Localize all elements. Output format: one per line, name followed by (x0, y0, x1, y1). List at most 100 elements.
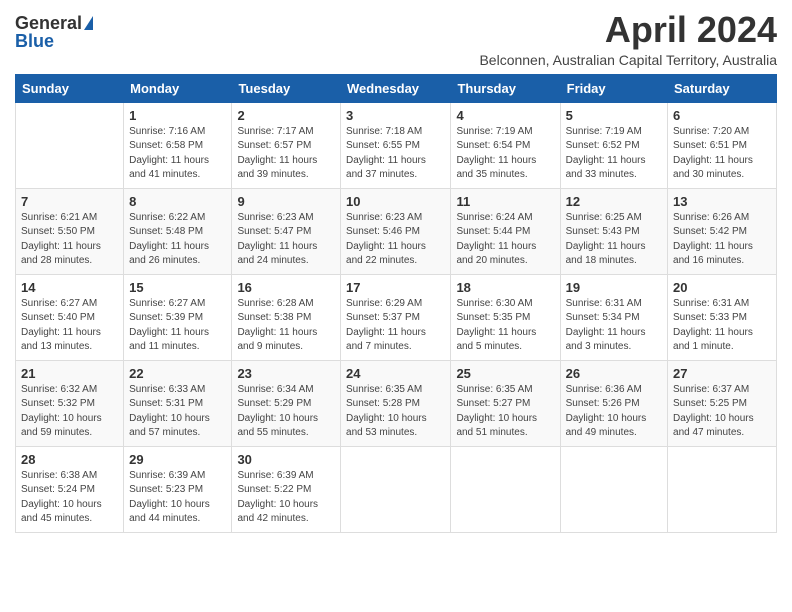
calendar-cell: 23 Sunrise: 6:34 AM Sunset: 5:29 PM Dayli… (232, 360, 341, 446)
day-info: Sunrise: 6:39 AM Sunset: 5:23 PM Dayligh… (129, 469, 226, 527)
calendar-cell: 26 Sunrise: 6:36 AM Sunset: 5:26 PM Dayli… (560, 360, 667, 446)
day-number: 2 (237, 108, 335, 123)
day-number: 24 (346, 366, 445, 381)
logo-general-text: General (15, 14, 82, 32)
calendar-cell: 29 Sunrise: 6:39 AM Sunset: 5:23 PM Dayli… (124, 446, 232, 532)
calendar-cell: 14 Sunrise: 6:27 AM Sunset: 5:40 PM Dayli… (16, 274, 124, 360)
calendar-cell: 18Sunrise: 6:30 AM Sunset: 5:35 PM Dayli… (451, 274, 560, 360)
day-number: 1 (129, 108, 226, 123)
calendar-cell: 4 Sunrise: 7:19 AM Sunset: 6:54 PM Daylig… (451, 102, 560, 188)
calendar-cell: 27 Sunrise: 6:37 AM Sunset: 5:25 PM Dayli… (668, 360, 777, 446)
week-row-4: 21 Sunrise: 6:32 AM Sunset: 5:32 PM Dayli… (16, 360, 777, 446)
day-number: 5 (566, 108, 662, 123)
calendar-cell (341, 446, 451, 532)
week-row-5: 28 Sunrise: 6:38 AM Sunset: 5:24 PM Dayli… (16, 446, 777, 532)
day-number: 4 (456, 108, 554, 123)
day-number: 26 (566, 366, 662, 381)
day-number: 12 (566, 194, 662, 209)
day-number: 14 (21, 280, 118, 295)
day-number: 15 (129, 280, 226, 295)
day-info: Sunrise: 6:26 AM Sunset: 5:42 PM Dayligh… (673, 211, 771, 269)
calendar-cell: 9Sunrise: 6:23 AM Sunset: 5:47 PM Daylig… (232, 188, 341, 274)
day-info: Sunrise: 6:37 AM Sunset: 5:25 PM Dayligh… (673, 383, 771, 441)
day-number: 23 (237, 366, 335, 381)
day-number: 8 (129, 194, 226, 209)
weekday-header-saturday: Saturday (668, 74, 777, 102)
day-number: 29 (129, 452, 226, 467)
calendar-table: SundayMondayTuesdayWednesdayThursdayFrid… (15, 74, 777, 533)
day-number: 28 (21, 452, 118, 467)
day-info: Sunrise: 6:38 AM Sunset: 5:24 PM Dayligh… (21, 469, 118, 527)
day-info: Sunrise: 6:27 AM Sunset: 5:40 PM Dayligh… (21, 297, 118, 355)
calendar-cell: 21 Sunrise: 6:32 AM Sunset: 5:32 PM Dayli… (16, 360, 124, 446)
calendar-cell: 30 Sunrise: 6:39 AM Sunset: 5:22 PM Dayli… (232, 446, 341, 532)
calendar-cell: 11 Sunrise: 6:24 AM Sunset: 5:44 PM Dayli… (451, 188, 560, 274)
day-number: 22 (129, 366, 226, 381)
calendar-cell: 12Sunrise: 6:25 AM Sunset: 5:43 PM Dayli… (560, 188, 667, 274)
calendar-cell: 7Sunrise: 6:21 AM Sunset: 5:50 PM Daylig… (16, 188, 124, 274)
day-info: Sunrise: 7:20 AM Sunset: 6:51 PM Dayligh… (673, 125, 771, 183)
weekday-header-monday: Monday (124, 74, 232, 102)
weekday-header-sunday: Sunday (16, 74, 124, 102)
day-info: Sunrise: 6:33 AM Sunset: 5:31 PM Dayligh… (129, 383, 226, 441)
day-info: Sunrise: 7:18 AM Sunset: 6:55 PM Dayligh… (346, 125, 445, 183)
day-number: 30 (237, 452, 335, 467)
day-info: Sunrise: 6:31 AM Sunset: 5:33 PM Dayligh… (673, 297, 771, 355)
calendar-cell: 28 Sunrise: 6:38 AM Sunset: 5:24 PM Dayli… (16, 446, 124, 532)
day-number: 27 (673, 366, 771, 381)
calendar-cell: 2 Sunrise: 7:17 AM Sunset: 6:57 PM Daylig… (232, 102, 341, 188)
calendar-cell: 16 Sunrise: 6:28 AM Sunset: 5:38 PM Dayli… (232, 274, 341, 360)
day-info: Sunrise: 6:32 AM Sunset: 5:32 PM Dayligh… (21, 383, 118, 441)
day-info: Sunrise: 6:23 AM Sunset: 5:46 PM Dayligh… (346, 211, 445, 269)
day-info: Sunrise: 6:34 AM Sunset: 5:29 PM Dayligh… (237, 383, 335, 441)
logo: General Blue (15, 14, 93, 50)
calendar-cell: 10 Sunrise: 6:23 AM Sunset: 5:46 PM Dayli… (341, 188, 451, 274)
title-section: April 2024 Belconnen, Australian Capital… (479, 10, 777, 68)
calendar-cell: 3Sunrise: 7:18 AM Sunset: 6:55 PM Daylig… (341, 102, 451, 188)
calendar-cell: 6Sunrise: 7:20 AM Sunset: 6:51 PM Daylig… (668, 102, 777, 188)
day-number: 13 (673, 194, 771, 209)
calendar-cell: 5 Sunrise: 7:19 AM Sunset: 6:52 PM Daylig… (560, 102, 667, 188)
day-number: 11 (456, 194, 554, 209)
weekday-header-tuesday: Tuesday (232, 74, 341, 102)
day-info: Sunrise: 6:29 AM Sunset: 5:37 PM Dayligh… (346, 297, 445, 355)
calendar-cell: 17 Sunrise: 6:29 AM Sunset: 5:37 PM Dayli… (341, 274, 451, 360)
day-info: Sunrise: 7:19 AM Sunset: 6:54 PM Dayligh… (456, 125, 554, 183)
day-number: 18 (456, 280, 554, 295)
location-subtitle: Belconnen, Australian Capital Territory,… (479, 52, 777, 68)
weekday-header-thursday: Thursday (451, 74, 560, 102)
weekday-header-row: SundayMondayTuesdayWednesdayThursdayFrid… (16, 74, 777, 102)
day-info: Sunrise: 6:22 AM Sunset: 5:48 PM Dayligh… (129, 211, 226, 269)
weekday-header-wednesday: Wednesday (341, 74, 451, 102)
calendar-cell: 24 Sunrise: 6:35 AM Sunset: 5:28 PM Dayli… (341, 360, 451, 446)
calendar-cell (668, 446, 777, 532)
day-number: 10 (346, 194, 445, 209)
day-info: Sunrise: 7:17 AM Sunset: 6:57 PM Dayligh… (237, 125, 335, 183)
weekday-header-friday: Friday (560, 74, 667, 102)
day-info: Sunrise: 7:19 AM Sunset: 6:52 PM Dayligh… (566, 125, 662, 183)
week-row-3: 14 Sunrise: 6:27 AM Sunset: 5:40 PM Dayli… (16, 274, 777, 360)
logo-triangle-icon (84, 16, 93, 30)
calendar-cell: 13 Sunrise: 6:26 AM Sunset: 5:42 PM Dayli… (668, 188, 777, 274)
day-number: 16 (237, 280, 335, 295)
calendar-cell (560, 446, 667, 532)
day-info: Sunrise: 7:16 AM Sunset: 6:58 PM Dayligh… (129, 125, 226, 183)
calendar-cell: 1 Sunrise: 7:16 AM Sunset: 6:58 PM Daylig… (124, 102, 232, 188)
calendar-cell (451, 446, 560, 532)
day-info: Sunrise: 6:35 AM Sunset: 5:27 PM Dayligh… (456, 383, 554, 441)
day-number: 9 (237, 194, 335, 209)
day-info: Sunrise: 6:35 AM Sunset: 5:28 PM Dayligh… (346, 383, 445, 441)
calendar-cell: 19Sunrise: 6:31 AM Sunset: 5:34 PM Dayli… (560, 274, 667, 360)
day-info: Sunrise: 6:28 AM Sunset: 5:38 PM Dayligh… (237, 297, 335, 355)
day-info: Sunrise: 6:24 AM Sunset: 5:44 PM Dayligh… (456, 211, 554, 269)
calendar-cell: 8 Sunrise: 6:22 AM Sunset: 5:48 PM Daylig… (124, 188, 232, 274)
day-number: 21 (21, 366, 118, 381)
month-title: April 2024 (479, 10, 777, 50)
day-number: 7 (21, 194, 118, 209)
day-info: Sunrise: 6:36 AM Sunset: 5:26 PM Dayligh… (566, 383, 662, 441)
calendar-cell: 25Sunrise: 6:35 AM Sunset: 5:27 PM Dayli… (451, 360, 560, 446)
day-number: 17 (346, 280, 445, 295)
day-number: 19 (566, 280, 662, 295)
day-info: Sunrise: 6:39 AM Sunset: 5:22 PM Dayligh… (237, 469, 335, 527)
calendar-cell: 20Sunrise: 6:31 AM Sunset: 5:33 PM Dayli… (668, 274, 777, 360)
